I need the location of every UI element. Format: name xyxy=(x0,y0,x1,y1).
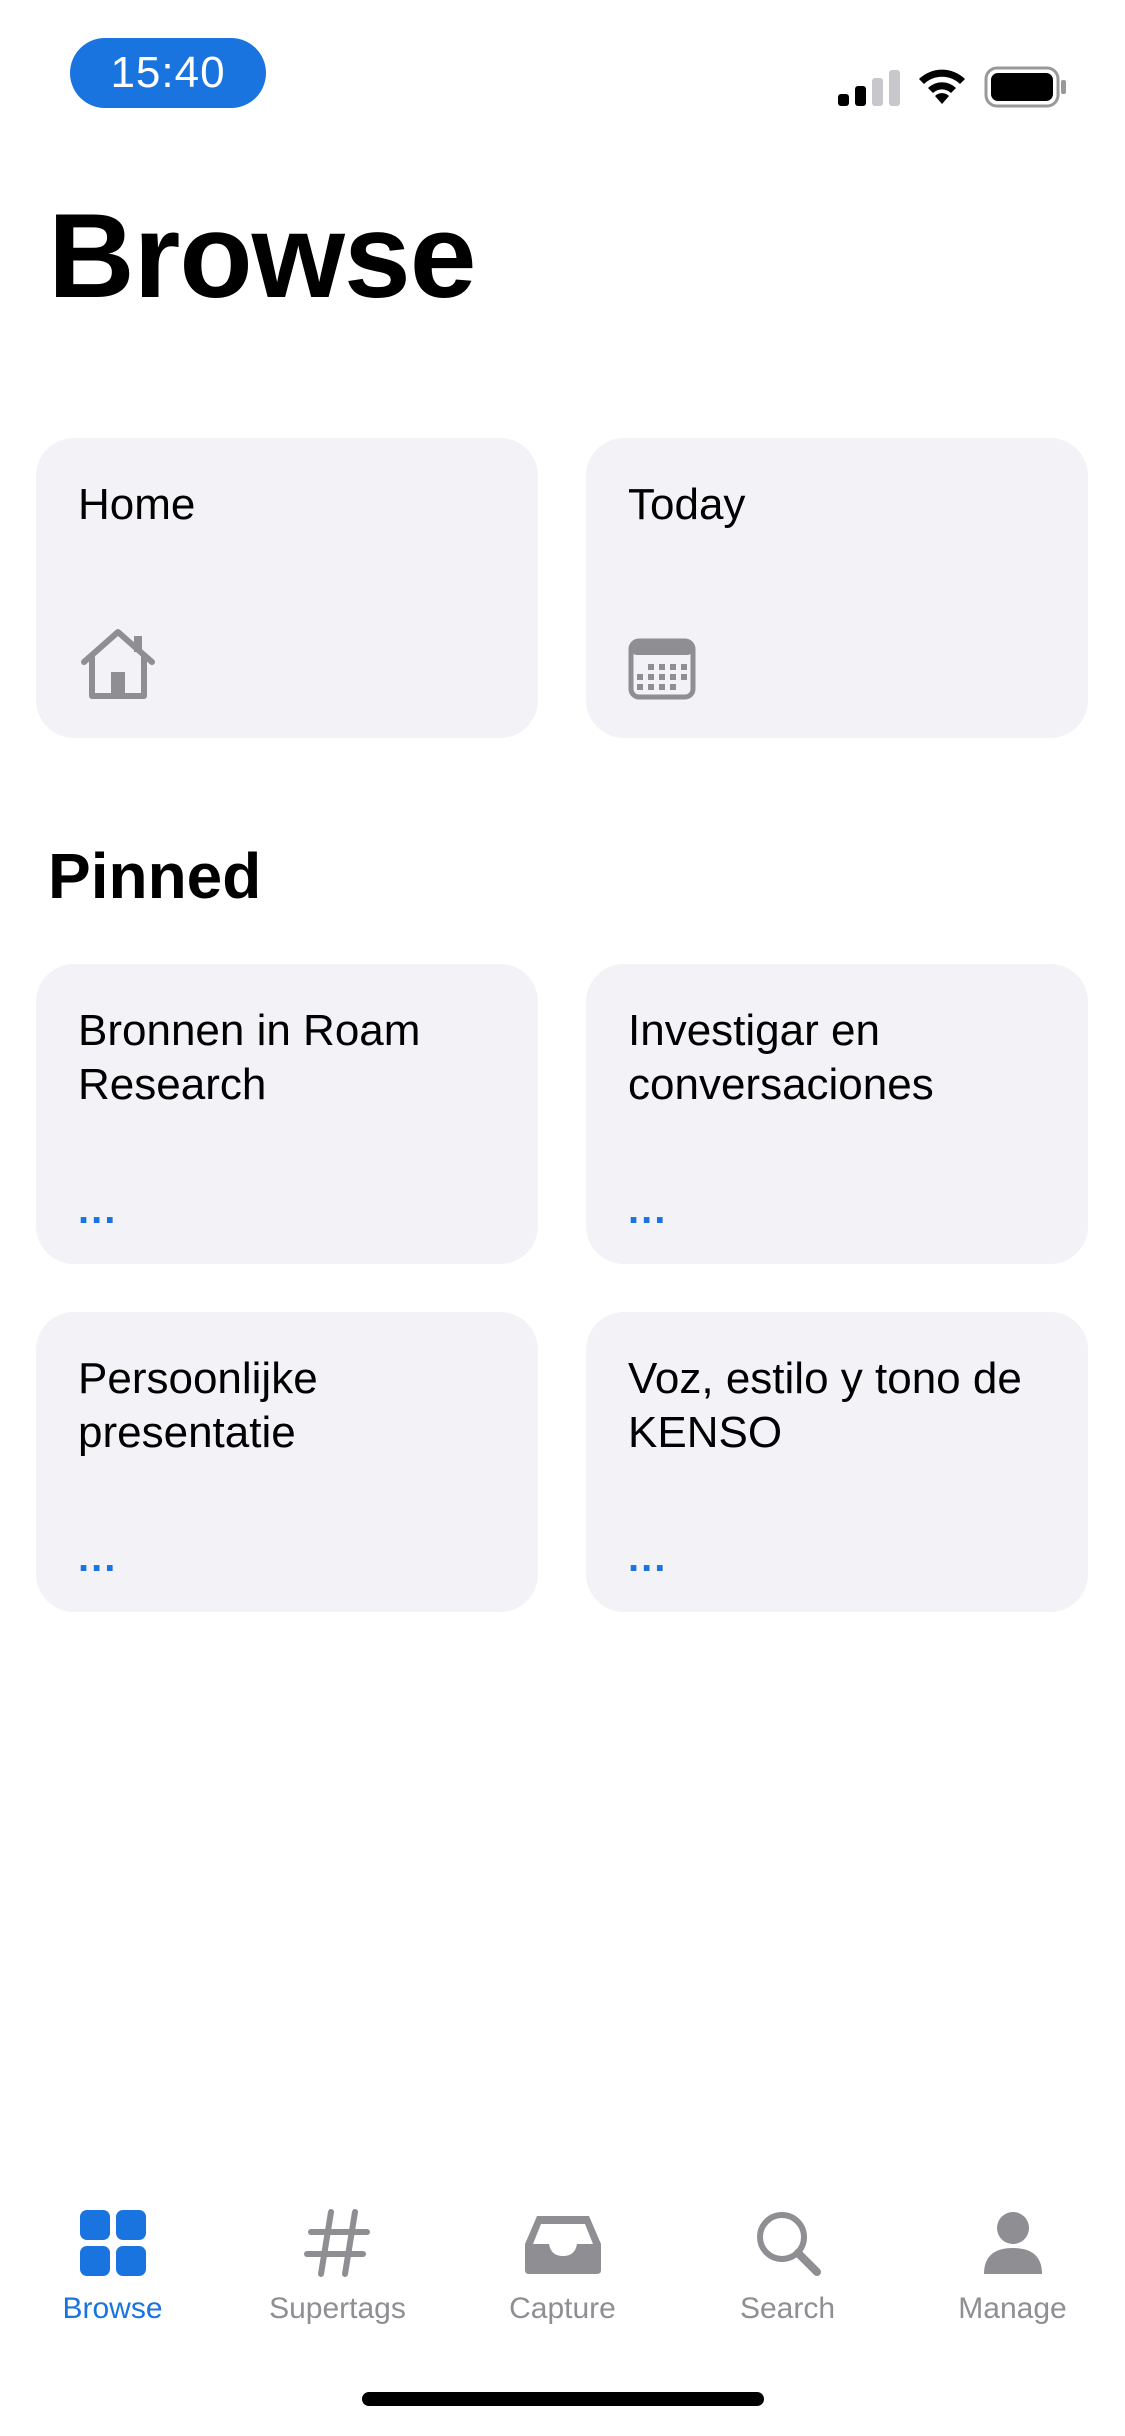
card-label: Investigar en conversaciones xyxy=(628,1006,934,1109)
inbox-tray-icon xyxy=(525,2216,601,2274)
tab-capture[interactable]: Capture xyxy=(450,2180,675,2360)
wifi-icon xyxy=(919,69,965,104)
tab-label: Browse xyxy=(62,2292,163,2325)
card-label: Persoonlijke presentatie xyxy=(78,1354,318,1457)
pinned-card[interactable]: Bronnen in Roam Research ... xyxy=(36,964,538,1264)
pinned-card[interactable]: Investigar en conversaciones ... xyxy=(586,964,1088,1264)
status-time[interactable]: 15:40 xyxy=(70,38,266,108)
calendar-icon xyxy=(628,638,696,700)
pinned-section-title: Pinned xyxy=(48,840,262,912)
home-indicator[interactable] xyxy=(362,2392,764,2406)
person-icon xyxy=(984,2212,1042,2274)
tab-label: Capture xyxy=(509,2292,616,2325)
tab-browse[interactable]: Browse xyxy=(0,2180,225,2360)
tab-label: Manage xyxy=(958,2292,1067,2325)
battery-icon xyxy=(984,66,1066,108)
browse-screen: 15:40 Browse Home Today Pinned Bronnen i… xyxy=(0,0,1125,2436)
magnifier-icon xyxy=(757,2212,821,2276)
hashtag-icon xyxy=(304,2209,370,2277)
more-indicator[interactable]: ... xyxy=(78,1190,117,1230)
more-indicator[interactable]: ... xyxy=(78,1538,117,1578)
today-card[interactable]: Today xyxy=(586,438,1088,738)
grid-icon xyxy=(80,2210,146,2276)
tab-label: Search xyxy=(739,2292,836,2325)
pinned-card[interactable]: Persoonlijke presentatie ... xyxy=(36,1312,538,1612)
card-label: Today xyxy=(628,480,746,529)
house-icon xyxy=(81,629,155,699)
status-bar: 15:40 xyxy=(0,0,1125,140)
more-indicator[interactable]: ... xyxy=(628,1538,667,1578)
more-indicator[interactable]: ... xyxy=(628,1190,667,1230)
card-label: Bronnen in Roam Research xyxy=(78,1006,421,1109)
cellular-signal-icon xyxy=(838,70,900,106)
tab-search[interactable]: Search xyxy=(675,2180,900,2360)
page-title: Browse xyxy=(48,189,476,323)
card-label: Home xyxy=(78,480,196,529)
tab-manage[interactable]: Manage xyxy=(900,2180,1125,2360)
card-label: Voz, estilo y tono de KENSO xyxy=(628,1354,1022,1457)
tab-bar: Browse Supertags Capture Search Manage xyxy=(0,2180,1125,2360)
pinned-card[interactable]: Voz, estilo y tono de KENSO ... xyxy=(586,1312,1088,1612)
tab-label: Supertags xyxy=(269,2292,406,2325)
tab-supertags[interactable]: Supertags xyxy=(225,2180,450,2360)
home-card[interactable]: Home xyxy=(36,438,538,738)
